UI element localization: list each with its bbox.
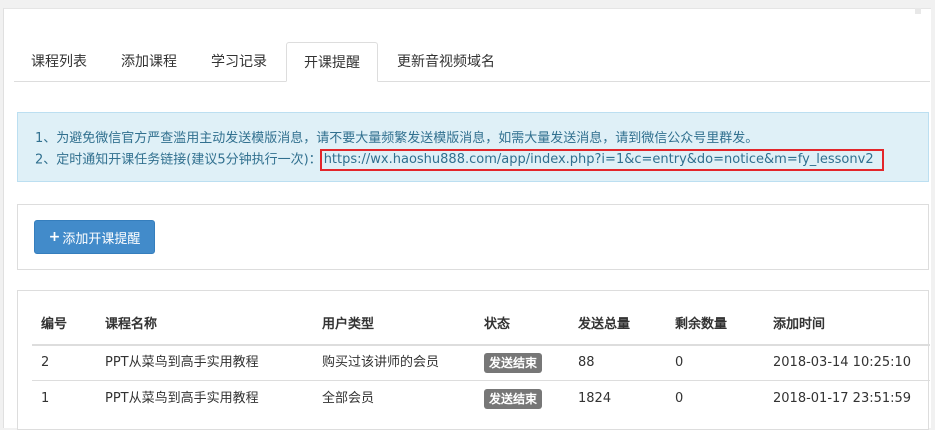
cell-status: 发送结束 <box>484 345 543 381</box>
header-user-type: 用户类型 <box>322 317 375 332</box>
header-remaining: 剩余数量 <box>675 317 728 332</box>
cell-added-time: 2018-01-17 23:51:59 <box>773 391 912 406</box>
cell-status: 发送结束 <box>484 381 543 417</box>
cell-id: 1 <box>41 391 50 406</box>
add-reminder-label: 添加开课提醒 <box>62 231 141 247</box>
header-id: 编号 <box>41 317 68 332</box>
tab-add-course[interactable]: 添加课程 <box>104 42 194 82</box>
notice-line-2: 2、定时通知开课任务链接(建议5分钟执行一次)： https://wx.haosh… <box>35 149 928 171</box>
cell-total-sent: 1824 <box>578 391 612 406</box>
panel-corner <box>915 8 921 14</box>
table-header-row: 编号 课程名称 用户类型 状态 发送总量 剩余数量 添加时间 <box>32 306 930 346</box>
cell-total-sent: 88 <box>578 355 595 370</box>
table-row: 1 PPT从菜鸟到高手实用教程 全部会员 发送结束 1824 0 2018-01… <box>32 380 930 417</box>
cell-course-name: PPT从菜鸟到高手实用教程 <box>105 355 259 370</box>
cell-remaining: 0 <box>675 355 684 370</box>
reminder-table: 编号 课程名称 用户类型 状态 发送总量 剩余数量 添加时间 2 PPT从菜鸟到… <box>17 290 930 430</box>
add-reminder-button[interactable]: + 添加开课提醒 <box>34 220 155 254</box>
status-badge: 发送结束 <box>484 388 543 409</box>
header-added-time: 添加时间 <box>773 317 826 332</box>
info-notice: 1、为避免微信官方严查滥用主动发送模版消息，请不要大量频繁发送模版消息，如需大量… <box>17 112 929 182</box>
tab-course-list[interactable]: 课程列表 <box>14 42 104 82</box>
cell-user-type: 全部会员 <box>322 391 375 406</box>
cell-added-time: 2018-03-14 10:25:10 <box>773 355 912 370</box>
action-panel: + 添加开课提醒 <box>17 204 929 270</box>
header-status: 状态 <box>484 317 511 332</box>
cell-user-type: 购买过该讲师的会员 <box>322 355 440 370</box>
notice-line-1: 1、为避免微信官方严查滥用主动发送模版消息，请不要大量频繁发送模版消息，如需大量… <box>35 131 759 146</box>
cell-remaining: 0 <box>675 391 684 406</box>
tab-bar: 课程列表 添加课程 学习记录 开课提醒 更新音视频域名 <box>14 31 930 82</box>
tab-course-reminder[interactable]: 开课提醒 <box>286 42 378 82</box>
table-row: 2 PPT从菜鸟到高手实用教程 购买过该讲师的会员 发送结束 88 0 2018… <box>32 344 930 381</box>
tab-update-media-domain[interactable]: 更新音视频域名 <box>380 42 512 82</box>
header-total-sent: 发送总量 <box>578 317 631 332</box>
plus-icon: + <box>48 229 61 245</box>
status-badge: 发送结束 <box>484 352 543 373</box>
header-course-name: 课程名称 <box>105 317 158 332</box>
cron-task-link[interactable]: https://wx.haoshu888.com/app/index.php?i… <box>324 152 874 167</box>
cell-id: 2 <box>41 355 50 370</box>
highlighted-link-box: https://wx.haoshu888.com/app/index.php?i… <box>319 149 884 171</box>
notice-line-2-prefix: 2、定时通知开课任务链接(建议5分钟执行一次)： <box>35 152 322 168</box>
tab-learning-records[interactable]: 学习记录 <box>194 42 284 82</box>
cell-course-name: PPT从菜鸟到高手实用教程 <box>105 391 259 406</box>
